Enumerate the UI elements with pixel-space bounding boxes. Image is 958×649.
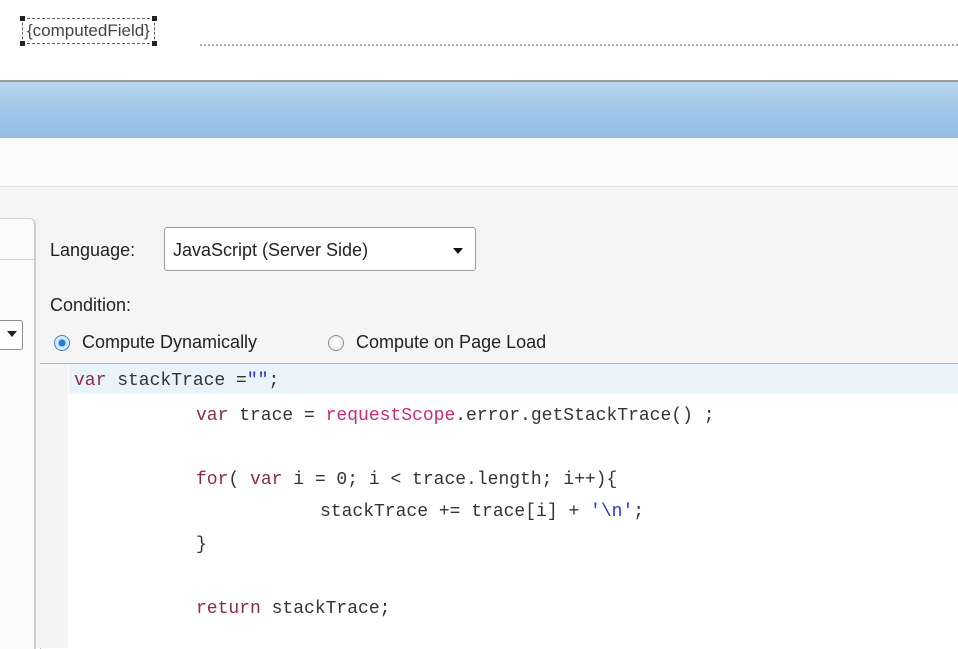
code-text: stackTrace;: [260, 599, 391, 619]
language-select-value: JavaScript (Server Side): [173, 240, 369, 260]
code-line[interactable]: stackTrace += trace[i] + '\n';: [320, 497, 644, 527]
code-text: stackTrace =: [106, 371, 247, 391]
language-label: Language:: [50, 240, 136, 260]
resize-handle[interactable]: [151, 16, 157, 21]
code-keyword: for: [196, 470, 229, 490]
code-keyword: return: [196, 599, 261, 619]
property-tabs-column[interactable]: [0, 218, 36, 649]
computed-field-label: {computedField}: [27, 21, 150, 40]
code-keyword: var: [250, 470, 283, 490]
code-line[interactable]: for( var i = 0; i < trace.length; i++){: [196, 465, 617, 495]
language-select[interactable]: JavaScript (Server Side): [164, 227, 476, 271]
layout-guide-line: [200, 44, 958, 46]
code-text: trace =: [228, 406, 326, 426]
editor-ruler: [40, 364, 68, 648]
code-identifier: requestScope: [325, 406, 456, 426]
code-keyword: var: [196, 406, 229, 426]
code-text: (: [228, 470, 251, 490]
code-string: "": [246, 371, 269, 391]
code-text: .error.getStackTrace() ;: [455, 406, 715, 426]
computed-field-control[interactable]: {computedField}: [20, 16, 157, 46]
resize-handle[interactable]: [20, 41, 25, 46]
compute-dynamically-radio[interactable]: [54, 335, 70, 351]
chevron-down-icon: [453, 248, 463, 254]
code-text: ;: [268, 371, 280, 391]
code-line[interactable]: return stackTrace;: [196, 594, 390, 624]
resize-handle[interactable]: [151, 41, 157, 46]
code-keyword: var: [74, 371, 107, 391]
code-text: }: [196, 535, 207, 555]
compute-on-page-load-radio[interactable]: [328, 335, 344, 351]
code-text: i = 0; i < trace.length; i++){: [282, 470, 618, 490]
compute-dynamically-label[interactable]: Compute Dynamically: [82, 332, 257, 353]
code-string: '\n': [590, 502, 634, 522]
code-text: stackTrace += trace[i] +: [320, 502, 591, 522]
code-line[interactable]: var trace = requestScope.error.getStackT…: [196, 401, 715, 431]
code-line[interactable]: }: [196, 530, 207, 560]
left-dropdown[interactable]: [0, 320, 23, 350]
tab-strip: [0, 138, 958, 187]
compute-on-page-load-label[interactable]: Compute on Page Load: [356, 332, 546, 353]
code-line[interactable]: var stackTrace ="";: [74, 366, 279, 396]
chevron-down-icon: [7, 331, 17, 337]
code-text: ;: [633, 502, 645, 522]
condition-label: Condition:: [50, 295, 132, 315]
resize-handle[interactable]: [20, 16, 25, 21]
properties-title-bar: [0, 82, 958, 138]
